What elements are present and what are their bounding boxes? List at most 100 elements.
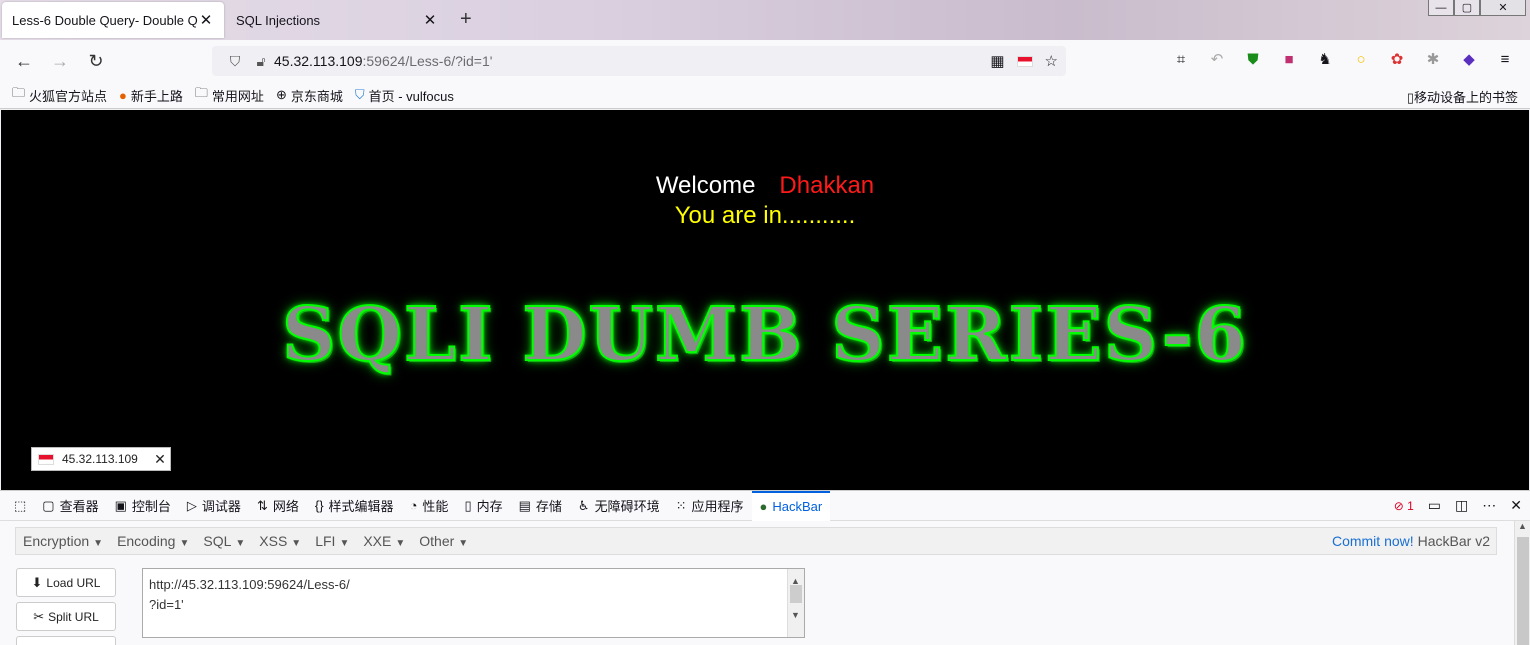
bookmark-item[interactable]: ● 新手上路 (119, 86, 183, 105)
close-icon[interactable]: ✕ (150, 451, 170, 468)
maximize-button[interactable]: ▢ (1454, 0, 1480, 16)
close-devtools-icon[interactable]: ✕ (1510, 497, 1522, 514)
load-url-button[interactable]: ⬇ Load URL (16, 568, 116, 597)
window-close-button[interactable]: ✕ (1480, 0, 1526, 16)
menu-xxe[interactable]: XXE ▼ (356, 533, 412, 549)
extension-toolbar: ⌗ ↶ ⛊ ■ ♞ ○ ✿ ✱ ◆ ≡ (1170, 50, 1516, 69)
menu-xss[interactable]: XSS ▼ (252, 533, 308, 549)
tab-less6[interactable]: Less-6 Double Query- Double Qu ✕ (2, 2, 224, 38)
close-tab-icon[interactable]: ✕ (422, 11, 438, 29)
qr-code-icon[interactable]: ▦ (990, 52, 1004, 70)
puzzle-extension-icon[interactable]: ✱ (1422, 50, 1444, 68)
style-editor-icon: {} (314, 498, 324, 513)
split-url-button[interactable]: ✂ Split URL (16, 602, 116, 631)
download-icon: ⬇ (31, 574, 43, 590)
error-icon: ⊘ (1393, 498, 1404, 513)
shield-extension-icon[interactable]: ⛊ (1242, 51, 1264, 68)
back-button[interactable]: ← (6, 51, 42, 72)
menu-sql[interactable]: SQL ▼ (196, 533, 252, 549)
error-count[interactable]: ⊘ 1 (1394, 499, 1414, 513)
bookmark-item[interactable]: ⛉ 首页 - vulfocus (355, 86, 454, 105)
minimize-button[interactable]: — (1428, 0, 1454, 16)
bookmark-item[interactable]: 🗀︎ 常用网址 (195, 84, 264, 106)
tab-debugger[interactable]: ▷ 调试器 (179, 491, 249, 521)
globe-icon: ⊕ (275, 87, 287, 102)
url-textarea[interactable]: http://45.32.113.109:59624/Less-6/ ?id=1… (142, 568, 805, 638)
debugger-icon: ▷ (186, 497, 197, 513)
ip-badge-text: 45.32.113.109 (62, 452, 138, 466)
scroll-thumb[interactable] (790, 585, 802, 603)
menu-encryption[interactable]: Encryption ▼ (16, 533, 110, 549)
console-icon: ▣ (114, 497, 127, 513)
scroll-thumb[interactable] (1517, 537, 1529, 645)
mobile-icon: ▯ (1406, 90, 1414, 105)
circle-extension-icon[interactable]: ○ (1350, 51, 1372, 68)
chevron-down-icon: ▼ (291, 538, 302, 549)
tab-strip: Less-6 Double Query- Double Qu ✕ SQL Inj… (0, 0, 1530, 40)
network-icon: ⇅ (256, 497, 268, 513)
commit-area: Commit now! HackBar v2 (1332, 533, 1490, 549)
bookmark-item[interactable]: ⊕ 京东商城 (276, 86, 343, 105)
tab-network[interactable]: ⇅ 网络 (249, 491, 307, 521)
tab-hackbar[interactable]: ● HackBar (751, 490, 831, 521)
undo-icon[interactable]: ↶ (1206, 50, 1228, 68)
responsive-mode-icon[interactable]: ▭ (1428, 497, 1441, 514)
commit-now-link[interactable]: Commit now! (1332, 533, 1414, 549)
shield-icon: ⛉ (354, 87, 365, 102)
tab-application[interactable]: ⁙ 应用程序 (668, 491, 752, 521)
menu-other[interactable]: Other ▼ (412, 533, 475, 549)
reload-button[interactable]: ↻ (78, 51, 114, 72)
hackbar-menu: Encryption ▼ Encoding ▼ SQL ▼ XSS ▼ LFI ▼ XXE… (15, 527, 1497, 555)
folder-icon: 🗀︎ (194, 85, 208, 100)
navigation-bar: ← → ↻ ⛉ 🔓︎ 45.32.113.109:59624/Less-6/?i… (0, 40, 1530, 82)
chevron-down-icon: ▼ (339, 538, 350, 549)
bookmark-star-icon[interactable]: ☆ (1045, 52, 1058, 70)
tab-inspector[interactable]: ▢ 查看器 (34, 491, 106, 521)
forward-button[interactable]: → (42, 51, 78, 72)
bookmarks-toolbar: 🗀︎ 火狐官方站点 ● 新手上路 🗀︎ 常用网址 ⊕ 京东商城 ⛉ 首页 - vulfoc… (0, 82, 1530, 109)
chevron-down-icon: ▼ (93, 538, 104, 549)
bookmark-item[interactable]: 🗀︎ 火狐官方站点 (12, 84, 107, 106)
execute-button[interactable] (16, 636, 116, 645)
tab-style-editor[interactable]: {} 样式编辑器 (307, 491, 402, 521)
spy-extension-icon[interactable]: ♞ (1314, 50, 1336, 68)
tab-performance[interactable]: ◔ 性能 (402, 491, 457, 521)
panel-scrollbar[interactable]: ▲ (1514, 521, 1530, 645)
storage-icon: ▤ (518, 497, 531, 513)
devtools-panel: ⬚ ▢ 查看器 ▣ 控制台 ▷ 调试器 ⇅ 网络 {} 样式编辑器 ◔ 性能 ▯ 内存 ▤ 存储… (0, 490, 1530, 645)
tab-accessibility[interactable]: ♿︎ 无障碍环境 (570, 491, 668, 521)
color-extension-icon[interactable]: ■ (1278, 51, 1300, 68)
menu-encoding[interactable]: Encoding ▼ (110, 533, 196, 549)
badge-extension-icon[interactable]: ✿ (1386, 50, 1408, 68)
insecure-lock-icon[interactable]: 🔓︎ (248, 53, 274, 70)
chevron-down-icon: ▼ (179, 538, 190, 549)
url-path: :59624/Less-6/?id=1' (362, 53, 493, 69)
username-text: Dhakkan (779, 172, 875, 199)
singapore-flag-icon[interactable] (1016, 55, 1033, 67)
menu-icon[interactable]: ≡ (1494, 51, 1516, 68)
tab-console[interactable]: ▣ 控制台 (107, 491, 179, 521)
dock-icon[interactable]: ◫ (1455, 497, 1468, 514)
textarea-scrollbar[interactable]: ▲ ▼ (787, 569, 804, 637)
tab-memory[interactable]: ▯ 内存 (456, 491, 510, 521)
banner-title: SQLI DUMB SERIES-6 (281, 291, 1248, 379)
hackbar-icon: ● (759, 499, 768, 514)
close-tab-icon[interactable]: ✕ (198, 11, 214, 29)
tab-sql-injections[interactable]: SQL Injections ✕ (226, 2, 448, 38)
tracking-shield-icon[interactable]: ⛉ (222, 53, 248, 70)
ip-badge: 45.32.113.109 ✕ (31, 447, 171, 471)
diamond-extension-icon[interactable]: ◆ (1458, 50, 1480, 68)
url-host: 45.32.113.109 (274, 53, 363, 69)
accessibility-icon: ♿︎ (577, 497, 590, 513)
scroll-down-icon[interactable]: ▼ (791, 605, 800, 625)
new-tab-button[interactable]: + (460, 8, 472, 31)
tab-storage[interactable]: ▤ 存储 (511, 491, 570, 521)
crop-icon[interactable]: ⌗ (1170, 51, 1192, 68)
menu-lfi[interactable]: LFI ▼ (308, 533, 356, 549)
more-options-icon[interactable]: ⋯ (1482, 497, 1496, 514)
element-picker-icon[interactable]: ⬚ (6, 491, 34, 521)
scroll-up-icon[interactable]: ▲ (1518, 521, 1527, 531)
status-text: You are in........... (674, 202, 856, 229)
url-bar[interactable]: ⛉ 🔓︎ 45.32.113.109:59624/Less-6/?id=1' ▦… (212, 46, 1066, 76)
mobile-bookmarks[interactable]: ▯移动设备上的书签 (1407, 87, 1518, 106)
